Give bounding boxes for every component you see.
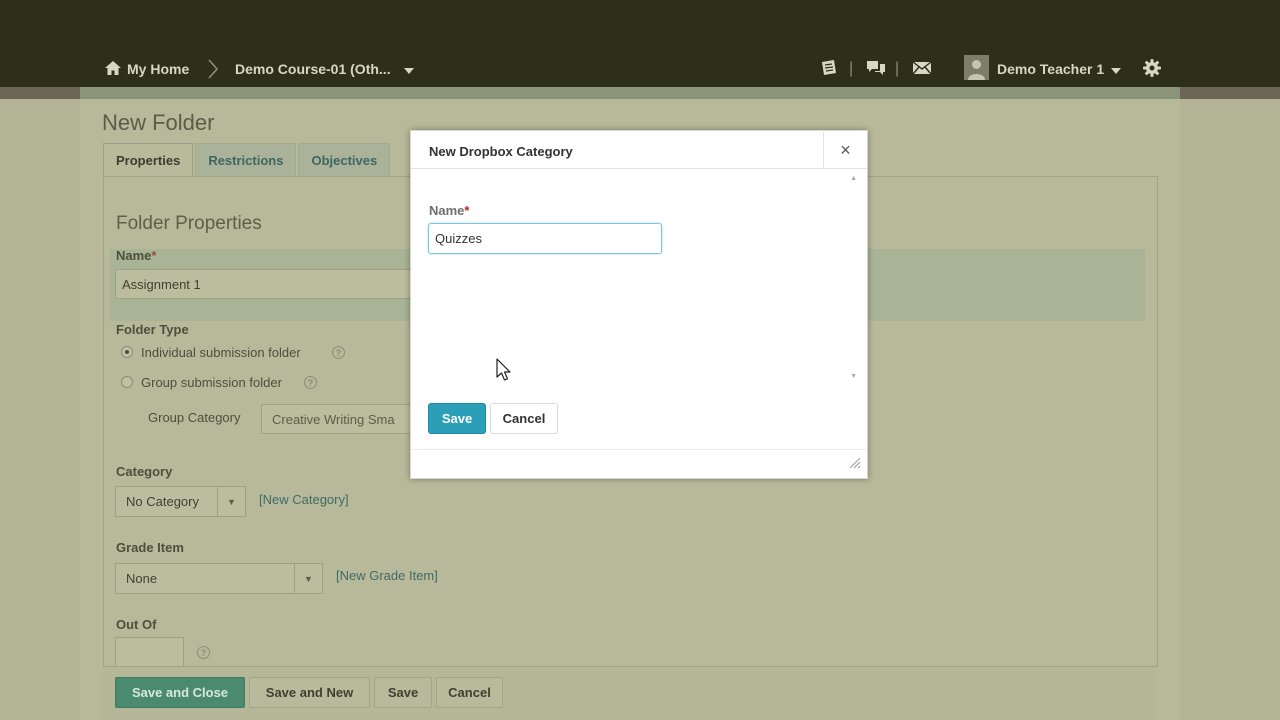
folder-type-label: Folder Type (116, 322, 189, 337)
individual-folder-radio[interactable] (121, 346, 133, 358)
nav-home-label: My Home (127, 61, 190, 77)
avatar (964, 55, 989, 83)
grade-item-label: Grade Item (116, 540, 184, 555)
dialog-save-button[interactable]: Save (428, 403, 486, 434)
category-name-input[interactable]: Quizzes (428, 223, 662, 254)
chevron-down-icon (403, 61, 414, 77)
group-folder-radio[interactable] (121, 376, 133, 388)
section-title: Folder Properties (116, 213, 262, 234)
navbar-strip (0, 87, 1280, 99)
nav-divider: | (895, 60, 900, 77)
dialog-body: ▲ ▼ (411, 170, 867, 380)
dialog-header: New Dropbox Category × (411, 131, 867, 169)
new-grade-item-link[interactable]: [New Grade Item] (336, 568, 438, 583)
home-icon (104, 59, 122, 80)
save-and-close-button[interactable]: Save and Close (115, 677, 245, 708)
page-title: New Folder (102, 110, 215, 135)
close-icon[interactable]: × (823, 132, 867, 168)
folder-name-input[interactable]: Assignment 1 (115, 269, 415, 299)
grade-item-value: None (126, 571, 158, 586)
nav-user-menu[interactable]: Demo Teacher 1 (964, 55, 1122, 83)
new-dropbox-category-dialog: New Dropbox Category × ▲ ▼ Name* Quizzes… (410, 130, 868, 479)
dialog-name-label: Name* (429, 203, 470, 218)
out-of-input[interactable] (115, 637, 184, 667)
help-icon[interactable]: ? (197, 646, 210, 659)
notebook-icon[interactable] (819, 58, 839, 83)
chat-icon[interactable] (865, 58, 887, 83)
name-label: Name* (116, 248, 157, 263)
tab-objectives[interactable]: Objectives (298, 143, 391, 176)
category-label: Category (116, 464, 173, 479)
nav-home-link[interactable]: My Home (104, 57, 189, 81)
nav-user-label: Demo Teacher 1 (997, 61, 1105, 77)
group-category-select[interactable]: Creative Writing Sma (261, 404, 413, 434)
nav-divider: | (849, 60, 854, 77)
page-gutter-right (1180, 99, 1280, 720)
help-icon[interactable]: ? (304, 376, 317, 389)
category-value: No Category (126, 494, 199, 509)
scroll-up-arrow-icon[interactable]: ▲ (850, 175, 857, 182)
new-category-link[interactable]: [New Category] (259, 492, 349, 507)
tab-properties[interactable]: Properties (103, 143, 194, 176)
grade-item-select[interactable]: None ▼ (115, 563, 323, 594)
dropdown-arrow-icon: ▼ (217, 487, 245, 516)
chevron-down-icon (1111, 61, 1122, 77)
category-select[interactable]: No Category ▼ (115, 486, 246, 517)
nav-course-label: Demo Course-01 (Oth... (235, 61, 391, 77)
individual-folder-label: Individual submission folder (141, 345, 301, 360)
save-button[interactable]: Save (374, 677, 432, 708)
group-category-label: Group Category (148, 410, 241, 425)
page-gutter-left (0, 99, 80, 720)
mouse-cursor-icon (496, 358, 512, 387)
out-of-label: Out Of (116, 617, 157, 632)
mail-icon[interactable] (911, 58, 933, 83)
save-and-new-button[interactable]: Save and New (249, 677, 370, 708)
tab-bar: Properties Restrictions Objectives (103, 143, 392, 176)
dialog-cancel-button[interactable]: Cancel (490, 403, 558, 434)
gear-icon[interactable] (1142, 58, 1162, 83)
dialog-footer (411, 449, 867, 479)
dialog-title: New Dropbox Category (429, 144, 573, 159)
help-icon[interactable]: ? (332, 346, 345, 359)
resize-handle-icon[interactable] (849, 456, 861, 474)
cancel-button[interactable]: Cancel (436, 677, 503, 708)
scroll-down-arrow-icon[interactable]: ▼ (850, 373, 857, 380)
group-folder-label: Group submission folder (141, 375, 282, 390)
chevron-right-icon (207, 59, 219, 84)
nav-course-menu[interactable]: Demo Course-01 (Oth... (235, 57, 414, 81)
tab-restrictions[interactable]: Restrictions (195, 143, 297, 176)
dropdown-arrow-icon: ▼ (294, 564, 322, 593)
